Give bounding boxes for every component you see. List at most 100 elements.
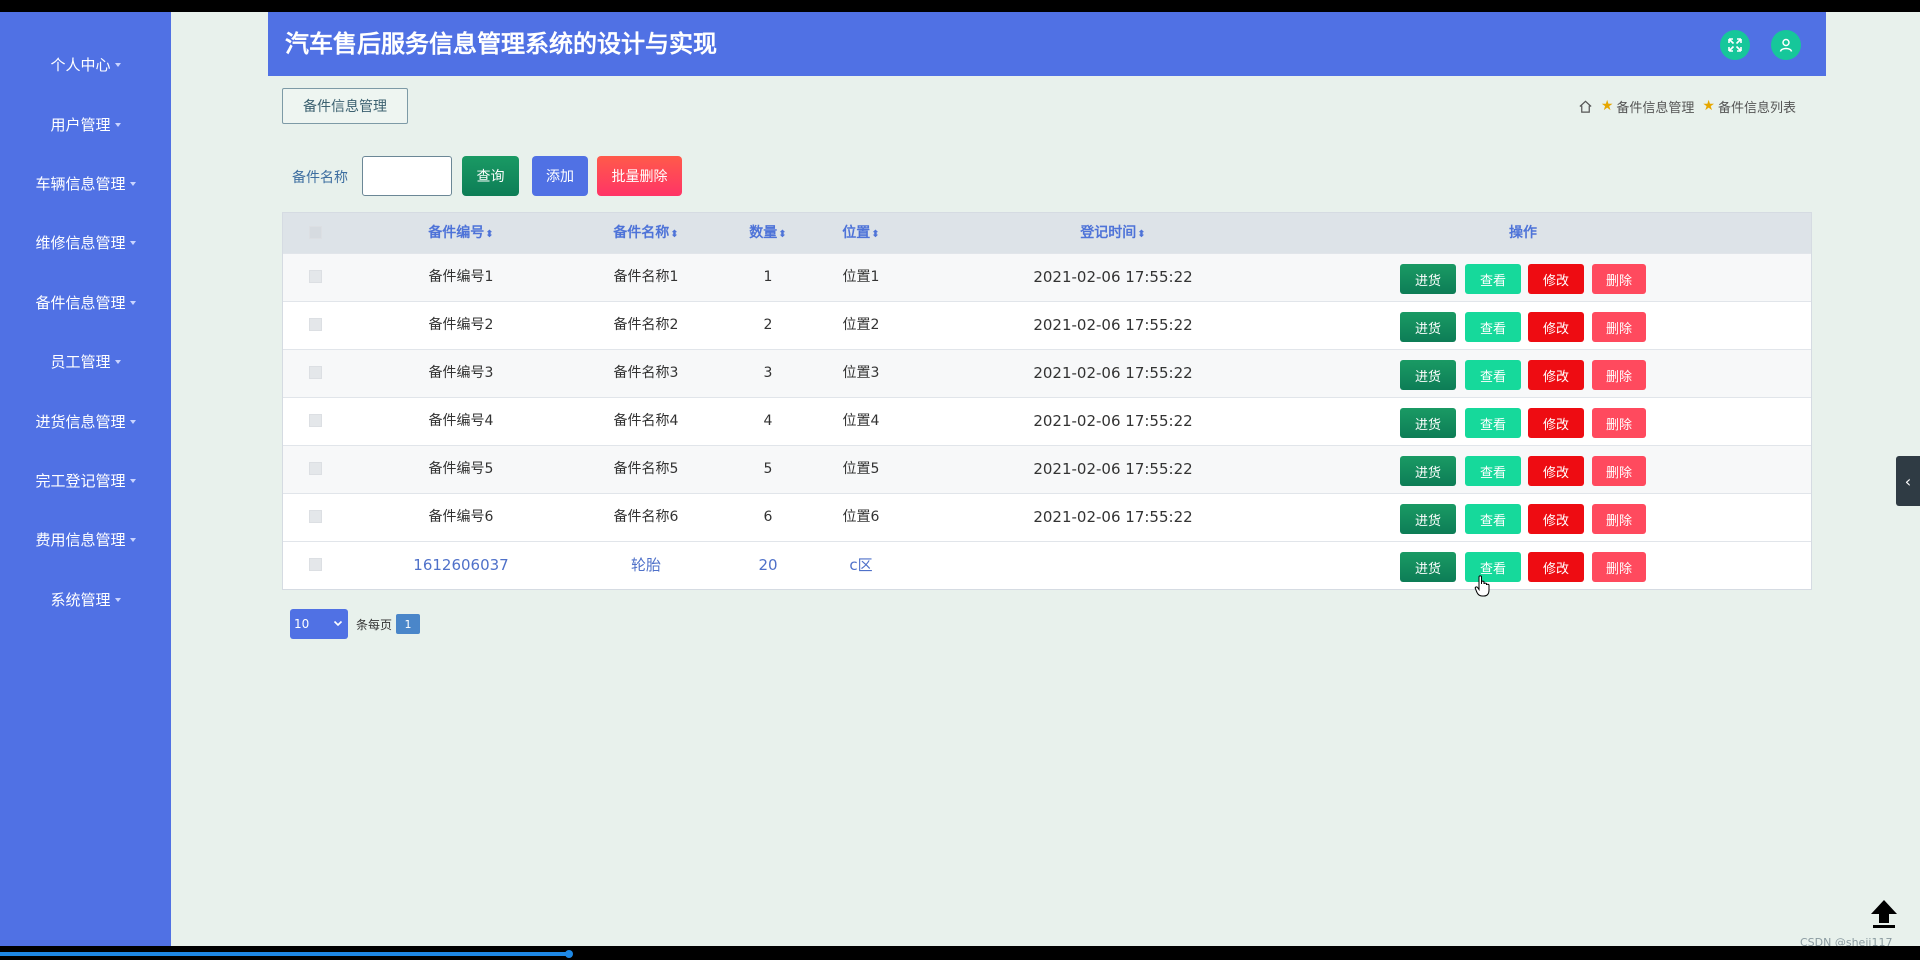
sidebar-item-system[interactable]: 系统管理 (0, 579, 171, 619)
add-button[interactable]: 添加 (532, 156, 588, 196)
caret-down-icon (114, 598, 121, 602)
edit-button[interactable]: 修改 (1528, 504, 1584, 534)
delete-button[interactable]: 删除 (1592, 312, 1646, 342)
sidebar-item-label: 个人中心 (50, 55, 111, 74)
edit-button[interactable]: 修改 (1528, 552, 1584, 582)
column-header-name[interactable]: 备件名称⬍ (561, 213, 731, 253)
delete-button[interactable]: 删除 (1592, 504, 1646, 534)
screen-top-border (0, 0, 1920, 12)
row-checkbox[interactable] (309, 558, 322, 571)
stock-in-button[interactable]: 进货 (1400, 456, 1456, 486)
row-checkbox[interactable] (309, 414, 322, 427)
sidebar-item-users[interactable]: 用户管理 (0, 104, 171, 144)
stock-in-button[interactable]: 进货 (1400, 312, 1456, 342)
caret-down-icon (114, 63, 121, 67)
home-icon[interactable] (1578, 99, 1593, 114)
sidebar-item-repairs[interactable]: 维修信息管理 (0, 222, 171, 262)
cell-location: 位置1 (842, 269, 880, 285)
table-row: 备件编号1 备件名称1 1 位置1 2021-02-06 17:55:22 进货… (283, 253, 1811, 301)
sidebar-item-fees[interactable]: 费用信息管理 (0, 519, 171, 559)
search-label: 备件名称 (292, 170, 348, 186)
video-progress-handle[interactable] (565, 950, 573, 958)
stock-in-button[interactable]: 进货 (1400, 360, 1456, 390)
back-to-top-button[interactable] (1866, 896, 1902, 932)
stock-in-button[interactable]: 进货 (1400, 264, 1456, 294)
caret-down-icon (129, 420, 136, 424)
edit-button[interactable]: 修改 (1528, 456, 1584, 486)
cell-name: 备件名称1 (613, 269, 679, 285)
column-header-actions: 操作 (1423, 213, 1623, 253)
cell-quantity: 3 (763, 365, 773, 381)
row-checkbox[interactable] (309, 366, 322, 379)
row-checkbox[interactable] (309, 462, 322, 475)
view-button[interactable]: 查看 (1465, 312, 1521, 342)
module-tag[interactable]: 备件信息管理 (282, 88, 408, 124)
cell-code: 备件编号5 (428, 461, 494, 477)
spare-part-name-input[interactable] (362, 156, 452, 196)
stock-in-button[interactable]: 进货 (1400, 408, 1456, 438)
edit-button[interactable]: 修改 (1528, 360, 1584, 390)
view-button[interactable]: 查看 (1465, 456, 1521, 486)
app-title: 汽车售后服务信息管理系统的设计与实现 (285, 30, 717, 58)
sidebar-item-purchases[interactable]: 进货信息管理 (0, 401, 171, 441)
page-size-value: 10 (294, 617, 310, 631)
sidebar-item-spare-parts[interactable]: 备件信息管理 (0, 282, 171, 322)
edit-button[interactable]: 修改 (1528, 312, 1584, 342)
delete-button[interactable]: 删除 (1592, 552, 1646, 582)
sidebar-item-vehicles[interactable]: 车辆信息管理 (0, 163, 171, 203)
sidebar-item-label: 费用信息管理 (35, 530, 126, 549)
sidebar-item-label: 车辆信息管理 (35, 174, 126, 193)
fullscreen-button[interactable] (1720, 30, 1750, 60)
cell-code: 备件编号6 (428, 509, 494, 525)
delete-button[interactable]: 删除 (1592, 456, 1646, 486)
view-button[interactable]: 查看 (1465, 408, 1521, 438)
page-number-button[interactable]: 1 (396, 614, 420, 634)
panel-toggle-button[interactable]: ‹ (1896, 456, 1920, 506)
column-header-time[interactable]: 登记时间⬍ (963, 213, 1263, 253)
edit-button[interactable]: 修改 (1528, 264, 1584, 294)
cell-time: 2021-02-06 17:55:22 (1033, 364, 1193, 382)
stock-in-button[interactable]: 进货 (1400, 504, 1456, 534)
cell-quantity: 2 (763, 317, 773, 333)
fullscreen-icon (1728, 38, 1742, 52)
sidebar-item-staff[interactable]: 员工管理 (0, 341, 171, 381)
breadcrumb-item[interactable]: 备件信息管理 (1616, 97, 1694, 116)
chevron-left-icon: ‹ (1904, 471, 1912, 491)
row-checkbox[interactable] (309, 510, 322, 523)
column-header-label: 备件名称 (613, 225, 670, 241)
stock-in-button[interactable]: 进货 (1400, 552, 1456, 582)
star-icon: ★ (1600, 98, 1614, 114)
column-header-quantity[interactable]: 数量⬍ (718, 213, 818, 253)
cell-location: 位置2 (842, 317, 880, 333)
delete-button[interactable]: 删除 (1592, 360, 1646, 390)
row-checkbox[interactable] (309, 270, 322, 283)
select-all-checkbox[interactable] (309, 226, 322, 239)
caret-down-icon (129, 301, 136, 305)
caret-down-icon (129, 241, 136, 245)
cell-code: 备件编号4 (428, 413, 494, 429)
sidebar-item-personal-center[interactable]: 个人中心 (0, 44, 171, 84)
delete-button[interactable]: 删除 (1592, 264, 1646, 294)
query-button[interactable]: 查询 (462, 156, 519, 196)
view-button[interactable]: 查看 (1465, 504, 1521, 534)
arrow-up-icon (1871, 900, 1897, 928)
sidebar-item-label: 进货信息管理 (35, 412, 126, 431)
row-checkbox[interactable] (309, 318, 322, 331)
sidebar-item-completion[interactable]: 完工登记管理 (0, 460, 171, 500)
breadcrumb-item: 备件信息列表 (1717, 100, 1796, 116)
view-button[interactable]: 查看 (1465, 264, 1521, 294)
batch-delete-button[interactable]: 批量删除 (597, 156, 682, 196)
column-header-location[interactable]: 位置⬍ (811, 213, 911, 253)
page-size-select[interactable]: 10 (290, 609, 348, 639)
table-row: 备件编号4 备件名称4 4 位置4 2021-02-06 17:55:22 进货… (283, 397, 1811, 445)
video-progress-bar (0, 952, 570, 956)
edit-button[interactable]: 修改 (1528, 408, 1584, 438)
cell-location: 位置6 (842, 509, 880, 525)
delete-button[interactable]: 删除 (1592, 408, 1646, 438)
view-button[interactable]: 查看 (1465, 360, 1521, 390)
cell-time: 2021-02-06 17:55:22 (1033, 460, 1193, 478)
user-menu-button[interactable] (1771, 30, 1801, 60)
column-header-label: 位置 (842, 225, 871, 241)
cell-time: 2021-02-06 17:55:22 (1033, 268, 1193, 286)
column-header-code[interactable]: 备件编号⬍ (376, 213, 546, 253)
